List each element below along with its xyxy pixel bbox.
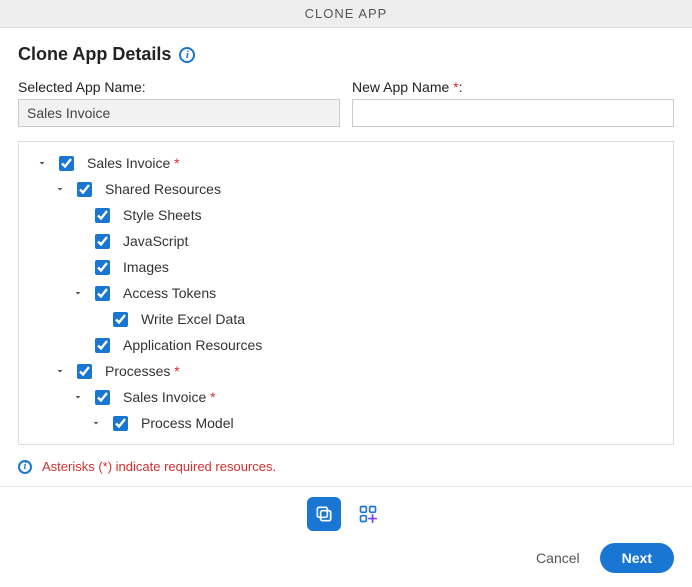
node-style-sheets[interactable]: Style Sheets — [119, 204, 202, 226]
checkbox-shared-resources[interactable] — [77, 182, 92, 197]
selected-app-label: Selected App Name: — [18, 79, 340, 95]
node-application-resources[interactable]: Application Resources — [119, 334, 262, 356]
cancel-button[interactable]: Cancel — [530, 549, 586, 567]
node-sales-invoice[interactable]: Sales Invoice * — [83, 152, 180, 174]
checkbox-style-sheets[interactable] — [95, 208, 110, 223]
node-access-tokens[interactable]: Access Tokens — [119, 282, 216, 304]
node-process-model[interactable]: Process Model — [137, 412, 234, 434]
checkbox-sales-invoice-process[interactable] — [95, 390, 110, 405]
selected-app-input — [18, 99, 340, 127]
dialog-header: CLONE APP — [0, 0, 692, 28]
node-sales-invoice-process[interactable]: Sales Invoice * — [119, 386, 216, 408]
checkbox-processes[interactable] — [77, 364, 92, 379]
info-icon: i — [18, 460, 32, 474]
caret-icon[interactable] — [71, 391, 85, 403]
checkbox-images[interactable] — [95, 260, 110, 275]
caret-icon[interactable] — [89, 417, 103, 429]
info-icon[interactable]: i — [179, 47, 195, 63]
checkbox-write-excel-data[interactable] — [113, 312, 128, 327]
checkbox-process-model[interactable] — [113, 416, 128, 431]
caret-icon[interactable] — [35, 157, 49, 169]
new-app-label: New App Name *: — [352, 79, 674, 95]
next-button[interactable]: Next — [600, 543, 674, 573]
checkbox-application-resources[interactable] — [95, 338, 110, 353]
page-title: Clone App Details — [18, 44, 171, 65]
step-group-icon[interactable] — [351, 497, 385, 531]
node-processes[interactable]: Processes * — [101, 360, 180, 382]
caret-icon[interactable] — [53, 183, 67, 195]
node-javascript[interactable]: JavaScript — [119, 230, 188, 252]
footnote-text: Asterisks (*) indicate required resource… — [42, 459, 276, 474]
caret-icon[interactable] — [53, 365, 67, 377]
checkbox-sales-invoice[interactable] — [59, 156, 74, 171]
step-toolbar — [0, 486, 692, 539]
step-clone-icon[interactable] — [307, 497, 341, 531]
caret-icon[interactable] — [71, 287, 85, 299]
dialog-title: CLONE APP — [305, 6, 388, 21]
new-app-input[interactable] — [352, 99, 674, 127]
node-write-excel-data[interactable]: Write Excel Data — [137, 308, 245, 330]
node-shared-resources[interactable]: Shared Resources — [101, 178, 221, 200]
checkbox-javascript[interactable] — [95, 234, 110, 249]
resource-tree: Sales Invoice * Shared Resources Style S… — [18, 141, 674, 445]
checkbox-access-tokens[interactable] — [95, 286, 110, 301]
node-images[interactable]: Images — [119, 256, 169, 278]
